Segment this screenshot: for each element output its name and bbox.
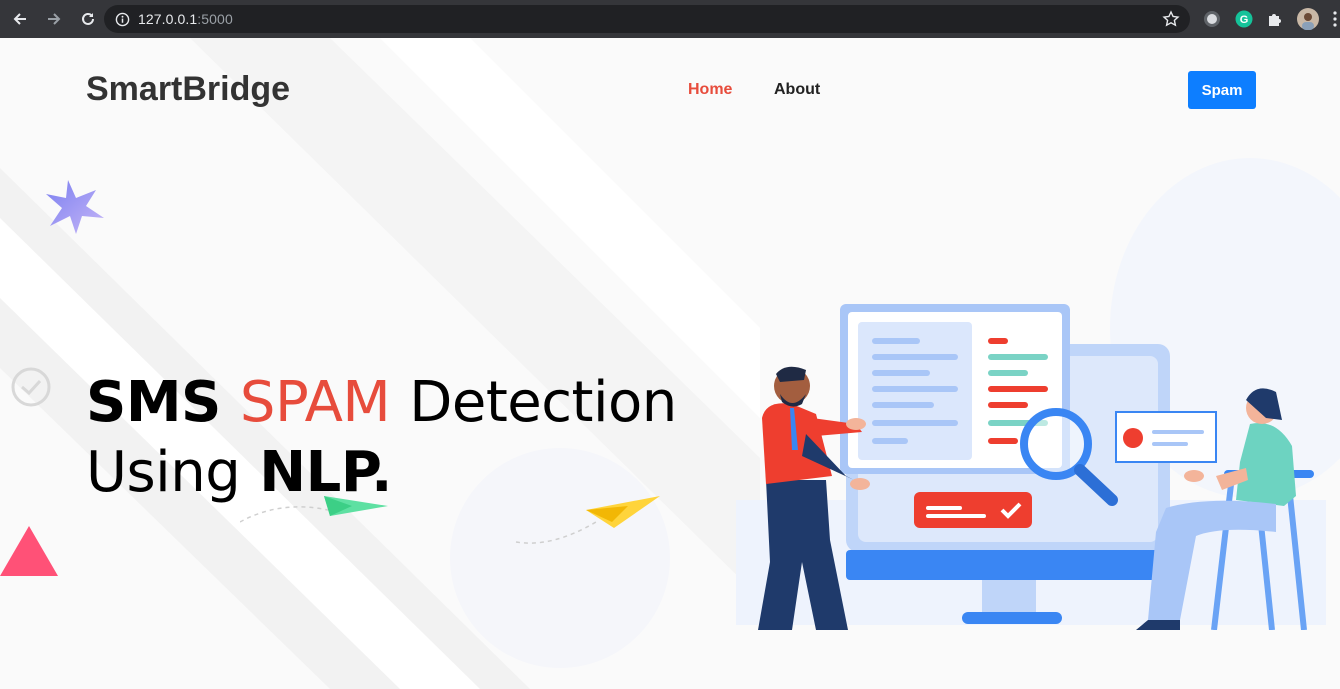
extension-record-icon[interactable]: [1202, 9, 1222, 29]
hero-title-using: Using: [86, 440, 241, 505]
url-text: 127.0.0.1:5000: [138, 11, 233, 27]
reload-button[interactable]: [72, 3, 104, 35]
back-button[interactable]: [4, 3, 36, 35]
address-bar[interactable]: 127.0.0.1:5000: [104, 5, 1190, 33]
kebab-menu-icon[interactable]: [1332, 10, 1338, 28]
hero-title-sms: SMS: [86, 370, 221, 435]
grammarly-icon[interactable]: G: [1234, 9, 1254, 29]
reload-icon: [82, 12, 94, 25]
webpage: SmartBridge Home About Spam SMS SPAM Det…: [0, 38, 1340, 689]
hero-title-nlp: NLP.: [259, 440, 392, 505]
hero-illustration: [736, 304, 1326, 630]
hero-title: SMS SPAM Detection Using NLP.: [86, 368, 677, 508]
spam-button[interactable]: Spam: [1188, 71, 1256, 109]
triangle-decoration: [0, 526, 58, 576]
svg-text:G: G: [1240, 14, 1249, 26]
hero-title-detection: Detection: [409, 370, 677, 435]
forward-button[interactable]: [38, 3, 70, 35]
bookmark-star-icon[interactable]: [1162, 10, 1180, 28]
clock-icon: [11, 367, 51, 407]
info-icon[interactable]: [114, 11, 130, 27]
nav-home-link[interactable]: Home: [688, 81, 732, 99]
nav-about-link[interactable]: About: [774, 81, 820, 99]
starburst-decoration: [46, 180, 104, 234]
profile-avatar[interactable]: [1297, 8, 1319, 30]
puzzle-extensions-icon[interactable]: [1265, 9, 1285, 29]
hero-title-spam: SPAM: [239, 370, 391, 435]
arrow-left-icon: [13, 13, 26, 25]
arrow-right-icon: [48, 13, 61, 25]
brand-logo[interactable]: SmartBridge: [86, 70, 290, 109]
browser-toolbar: 127.0.0.1:5000 G: [0, 0, 1340, 38]
